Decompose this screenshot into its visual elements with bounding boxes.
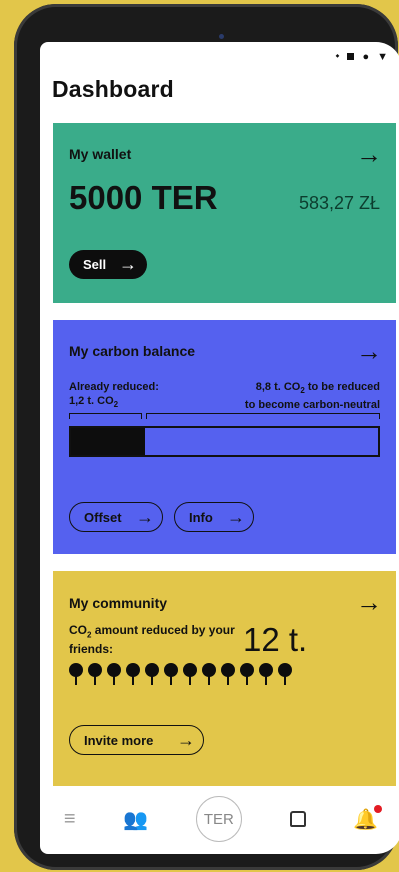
- location-icon: ⬩: [335, 50, 340, 62]
- friends-icon[interactable]: 👥: [123, 807, 148, 832]
- remaining-line1: 8,8 t. CO2 to be reduced: [255, 381, 380, 396]
- friend-pin-icon: [69, 663, 83, 685]
- offset-button-label: Offset: [84, 509, 122, 525]
- remaining-tail: to be reduced: [304, 381, 380, 393]
- wallet-fiat-value: 583,27 ZŁ: [298, 193, 380, 213]
- remaining-bracket: [146, 413, 380, 419]
- remaining-line2: to become carbon-neutral: [244, 399, 380, 412]
- friends-pins: [69, 663, 292, 685]
- phone-frame: ⬩ ● ▼ Dashboard My wallet → 5000 TER 583…: [14, 4, 399, 870]
- menu-icon[interactable]: ≡: [64, 808, 76, 831]
- to-be-reduced-label: 8,8 t. CO2 to be reduced to become carbo…: [190, 380, 380, 412]
- arrow-right-icon[interactable]: →: [356, 589, 382, 615]
- square-icon: [347, 53, 355, 60]
- page-title: Dashboard: [52, 76, 174, 102]
- wallet-amount: 5000 TER: [69, 179, 218, 216]
- sell-button-label: Sell: [83, 257, 107, 272]
- wallet-title: My wallet: [69, 146, 132, 162]
- community-co2-label: CO2 amount reduced by your friends:: [69, 623, 235, 657]
- arrow-right-icon[interactable]: →: [356, 141, 382, 167]
- reduced-amount: 1,2 t. CO: [69, 395, 114, 407]
- arrow-right-icon: →: [177, 729, 195, 750]
- friend-pin-icon: [221, 663, 235, 685]
- carbon-progress-fill: [71, 428, 145, 455]
- reduced-bracket: [69, 413, 142, 419]
- already-reduced-label: Already reduced: 1,2 t. CO2: [69, 380, 189, 412]
- ter-label: TER: [203, 810, 234, 828]
- ter-icon[interactable]: TER: [195, 796, 242, 842]
- co2-rest: amount reduced by your friends:: [69, 623, 235, 657]
- community-title: My community: [69, 595, 168, 611]
- arrow-right-icon: →: [136, 506, 154, 527]
- app-screen: ⬩ ● ▼ Dashboard My wallet → 5000 TER 583…: [40, 42, 399, 854]
- circle-icon: ●: [362, 50, 370, 63]
- friend-pin-icon: [202, 663, 216, 685]
- wallet-card[interactable]: My wallet → 5000 TER 583,27 ZŁ Sell →: [53, 123, 396, 303]
- signal-icon: ▼: [377, 50, 388, 63]
- invite-more-button[interactable]: Invite more →: [69, 725, 204, 755]
- community-amount: 12 t.: [243, 621, 308, 658]
- reduced-caption: Already reduced:: [69, 381, 159, 393]
- bottom-navigation: ≡ 👥 TER 🔔: [40, 790, 399, 848]
- friend-pin-icon: [240, 663, 254, 685]
- status-bar: ⬩ ● ▼: [335, 50, 388, 63]
- friend-pin-icon: [183, 663, 197, 685]
- friend-pin-icon: [107, 663, 121, 685]
- arrow-right-icon[interactable]: →: [356, 338, 382, 364]
- friend-pin-icon: [126, 663, 140, 685]
- friend-pin-icon: [145, 663, 159, 685]
- carbon-balance-card[interactable]: My carbon balance → Already reduced: 1,2…: [53, 320, 396, 554]
- offset-button[interactable]: Offset →: [69, 502, 163, 532]
- notification-dot: [374, 804, 383, 813]
- friend-pin-icon: [278, 663, 292, 685]
- community-card[interactable]: My community → CO2 amount reduced by you…: [53, 571, 396, 786]
- home-icon[interactable]: [289, 811, 306, 827]
- carbon-progress-bar: [69, 426, 380, 457]
- carbon-title: My carbon balance: [69, 343, 196, 359]
- remaining-amount: 8,8 t. CO: [255, 381, 301, 393]
- camera: [219, 34, 224, 39]
- sell-button[interactable]: Sell →: [69, 250, 147, 279]
- info-button-label: Info: [189, 509, 213, 525]
- notifications-icon[interactable]: 🔔: [353, 804, 383, 832]
- friend-pin-icon: [164, 663, 178, 685]
- friend-pin-icon: [88, 663, 102, 685]
- info-button[interactable]: Info →: [174, 502, 254, 532]
- arrow-right-icon: →: [227, 506, 245, 527]
- friend-pin-icon: [259, 663, 273, 685]
- co2-prefix: CO: [69, 623, 87, 637]
- invite-more-label: Invite more: [84, 732, 154, 748]
- arrow-right-icon: →: [119, 254, 137, 274]
- reduced-value: 1,2 t. CO2: [69, 395, 119, 410]
